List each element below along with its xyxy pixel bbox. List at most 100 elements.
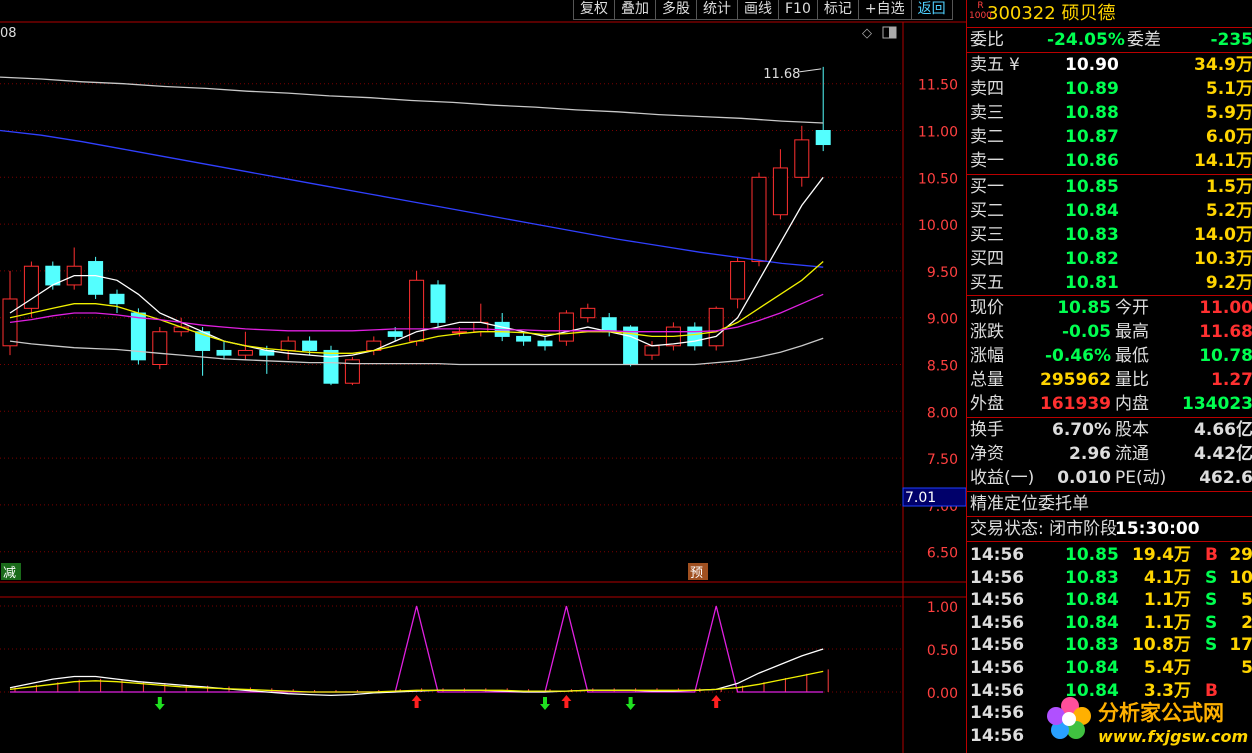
tick-row: 14:56 10.85 19.4万 B 29 (967, 544, 1252, 567)
candle (730, 256, 746, 309)
current-price-tag: 7.01 (905, 490, 936, 506)
candle-body (772, 167, 788, 216)
stat-value: 10.85 (1057, 298, 1111, 318)
ask-price: 10.90 (1065, 55, 1119, 75)
stat-value: 10.78 (1199, 346, 1252, 366)
section-title-row[interactable]: 精准定位委托单 (967, 493, 1252, 516)
stat-row: 涨跌 -0.05 最高 11.68 (967, 321, 1252, 344)
tick-volume: 5.4万 (1143, 658, 1191, 678)
ask-label: 卖二 (970, 127, 1004, 147)
sub-line-1 (9, 648, 824, 697)
stat-label: 流通 (1115, 444, 1149, 464)
tick-side: S (1205, 612, 1218, 633)
bid-volume: 5.2万 (1205, 201, 1252, 221)
tick-side: B (1205, 545, 1218, 565)
ask-label: 卖一 (970, 151, 1004, 171)
candle-body (751, 176, 767, 263)
tick-volume: 10.8万 (1132, 635, 1191, 656)
weibi-row: 委比 -24.05% 委差 -235 (967, 29, 1252, 52)
badge-right: 预 (690, 566, 703, 581)
flower-icon (1047, 697, 1091, 739)
bid-row[interactable]: 买四 10.82 10.3万 (967, 248, 1252, 271)
up-arrow-icon (561, 695, 572, 708)
weibi-value: -24.05% (1047, 30, 1125, 50)
tick-row: 14:56 10.84 1.1万 S 2 (967, 612, 1252, 635)
ask-row[interactable]: 卖四 10.89 5.1万 (967, 78, 1252, 101)
ask-row[interactable]: 卖二 10.87 6.0万 (967, 126, 1252, 149)
bid-row[interactable]: 买三 10.83 14.0万 (967, 224, 1252, 247)
candle (751, 172, 767, 267)
down-arrow-icon (154, 697, 165, 710)
candle-body (280, 340, 296, 351)
bid-row[interactable]: 买五 10.81 9.2万 (967, 272, 1252, 295)
ask-price: 10.87 (1065, 127, 1119, 147)
bid-volume: 10.3万 (1194, 249, 1252, 269)
up-arrow-icon (711, 695, 722, 708)
tick-time: 14:56 (970, 612, 1025, 633)
stat-label: 净资 (970, 444, 1004, 464)
candle-body (237, 349, 253, 356)
tick-volume: 4.1万 (1143, 567, 1191, 588)
stat-label: 总量 (970, 370, 1004, 390)
peak-pointer (799, 68, 822, 73)
stat-label: 现价 (970, 298, 1004, 318)
tick-time: 14:56 (970, 635, 1025, 656)
bid-row[interactable]: 买一 10.85 1.5万 (967, 176, 1252, 199)
ask-volume: 6.0万 (1205, 127, 1252, 147)
long-ma-line-1 (0, 129, 824, 268)
stat-label: 最低 (1115, 346, 1149, 366)
stat-row: 总量 295962 量比 1.27 (967, 369, 1252, 392)
sub-y-tick-label: 1.00 (927, 600, 958, 616)
ask-row[interactable]: 卖三 10.88 5.9万 (967, 102, 1252, 125)
bid-label: 买五 (970, 273, 1004, 293)
candle-body (302, 340, 318, 351)
ask-price: 10.89 (1065, 79, 1119, 99)
candle-body (430, 284, 446, 323)
down-arrow-icon (625, 697, 636, 710)
ask-row[interactable]: 卖一 10.86 14.1万 (967, 150, 1252, 173)
stat-label: PE(动) (1115, 468, 1167, 488)
y-tick-label: 11.50 (918, 78, 958, 94)
up-arrow-icon (411, 695, 422, 708)
ask-label: 卖四 (970, 79, 1004, 99)
weibi-label: 委比 (970, 30, 1004, 50)
tick-time: 14:56 (970, 567, 1025, 588)
candle (2, 270, 18, 356)
stat-label: 量比 (1115, 370, 1149, 390)
badge-left: 减 (3, 566, 16, 581)
ask-price: 10.86 (1065, 151, 1119, 171)
tick-side: S (1205, 590, 1218, 611)
tick-time: 14:56 (970, 545, 1025, 565)
tick-time: 14:56 (970, 703, 1025, 724)
ask-label: 卖五 (970, 55, 1004, 75)
candle-body (687, 326, 703, 347)
kline-chart[interactable]: 11.50 11.00 10.50 10.00 9.50 9.00 8.50 8.00 7.50… (0, 0, 966, 753)
stat-row: 净资 2.96 流通 4.42亿 (967, 443, 1252, 466)
peak-price-label: 11.68 (763, 67, 800, 82)
candle-body (815, 130, 831, 146)
bid-label: 买一 (970, 177, 1004, 197)
ask-row[interactable]: 卖五 ¥10.90 34.9万 (967, 54, 1252, 77)
y-tick-label: 8.00 (927, 405, 958, 421)
diamond-icon[interactable]: ◇ (862, 26, 872, 41)
bid-row[interactable]: 买二 10.84 5.2万 (967, 200, 1252, 223)
tick-count: 5 (1241, 590, 1252, 611)
stat-label: 内盘 (1115, 394, 1149, 414)
bid-label: 买四 (970, 249, 1004, 269)
candle (323, 345, 339, 386)
ask-volume: 5.1万 (1205, 79, 1252, 99)
sub-line-2 (9, 670, 824, 693)
ask-volume: 5.9万 (1205, 103, 1252, 123)
tick-time: 14:56 (970, 725, 1025, 746)
watermark-text: 分析家公式网 (1098, 701, 1224, 725)
y-tick-label: 7.50 (927, 452, 958, 468)
tick-price: 10.84 (1065, 612, 1119, 633)
bid-price: 10.85 (1065, 177, 1119, 197)
tick-price: 10.84 (1065, 590, 1119, 611)
candle (516, 331, 532, 346)
candle-body (708, 307, 724, 347)
candle (430, 280, 446, 328)
ask-label: 卖三 (970, 103, 1004, 123)
tick-count: 5 (1241, 658, 1252, 678)
bid-label: 买三 (970, 225, 1004, 245)
